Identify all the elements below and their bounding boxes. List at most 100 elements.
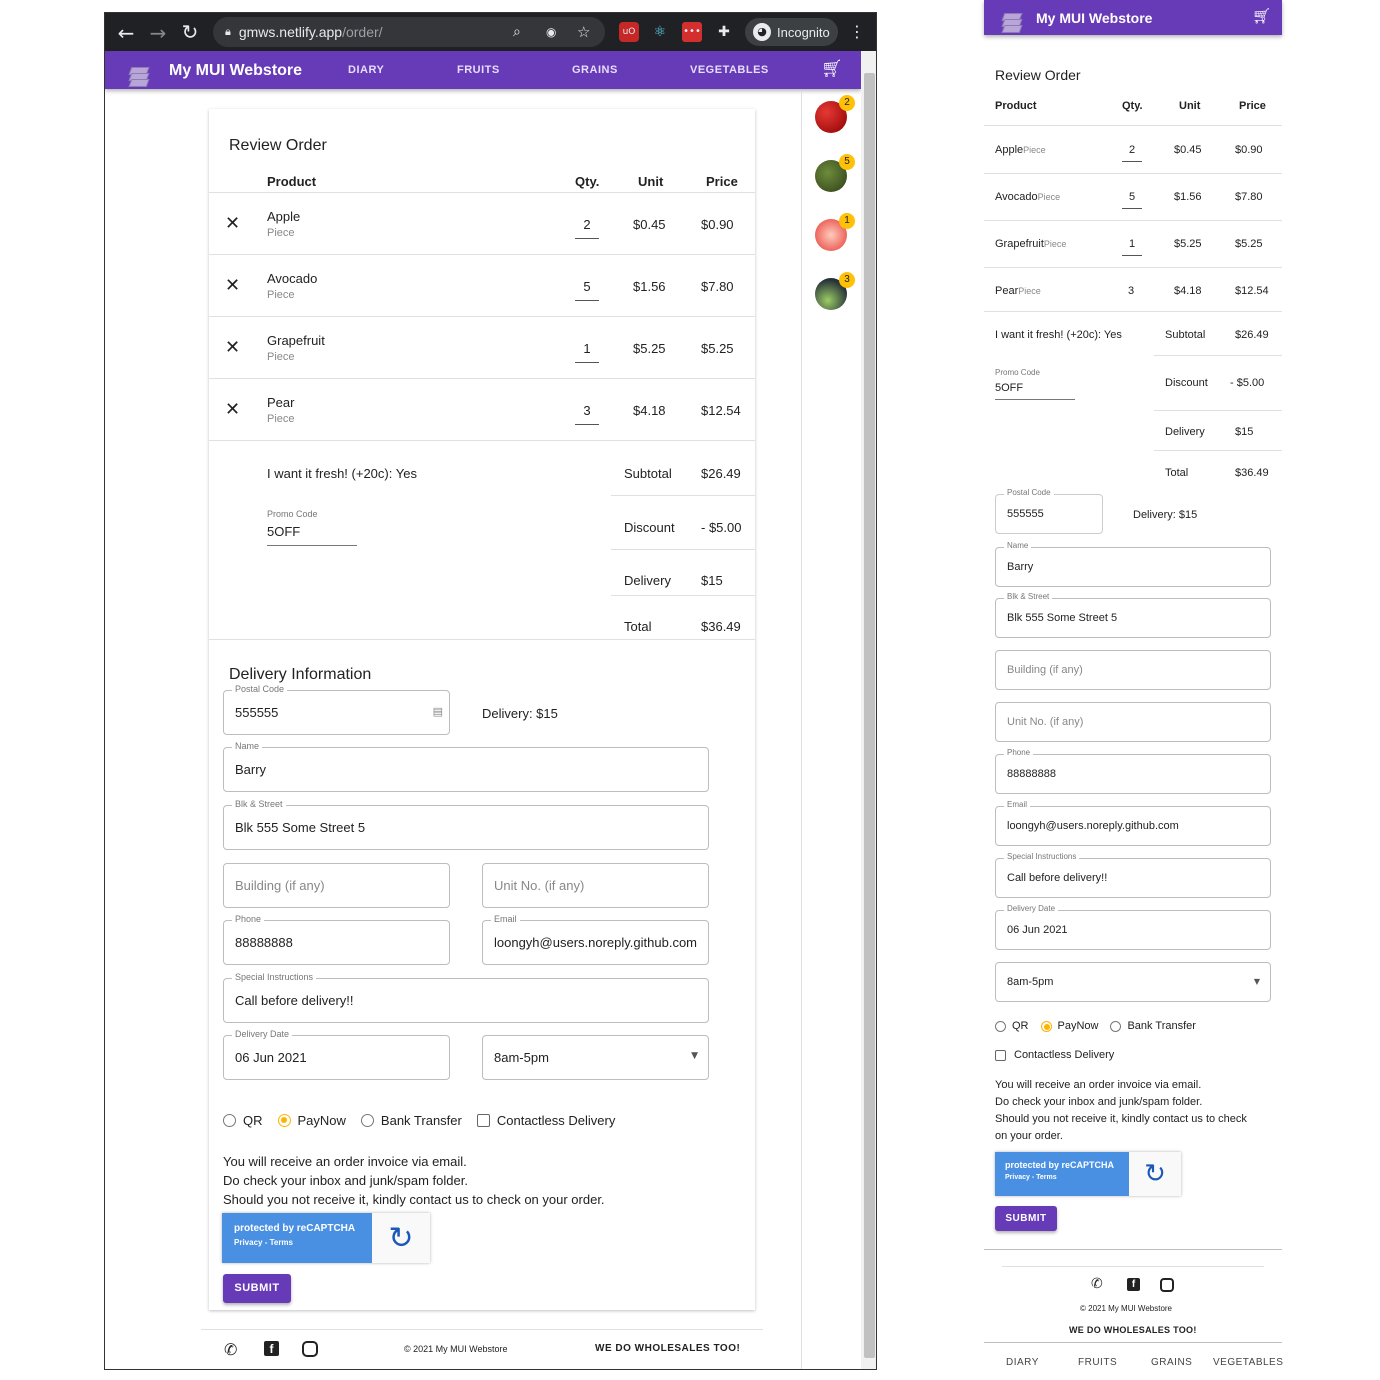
bottom-nav-vegetables[interactable]: VEGETABLES	[1213, 1357, 1283, 1368]
street-field[interactable]: Blk & Street Blk 555 Some Street 5	[223, 799, 709, 850]
store-logo-icon[interactable]	[1000, 11, 1024, 35]
nav-diary[interactable]: DIARY	[348, 64, 384, 76]
time-slot-select[interactable]: 8am-5pm ▼	[482, 1035, 709, 1080]
email-field[interactable]: Email loongyh@users.noreply.github.com	[482, 914, 709, 965]
radio-bank-transfer[interactable]	[360, 1114, 374, 1127]
react-icon[interactable]: ⚛	[650, 22, 670, 42]
address-bar[interactable]: 🔒︎ gmws.netlify.app/order/ ⌕ ◉ ☆	[213, 17, 605, 47]
qty-input[interactable]: 5	[575, 279, 599, 301]
recaptcha-badge[interactable]: protected by reCAPTCHA Privacy - Terms ↻	[995, 1152, 1181, 1196]
recaptcha-badge[interactable]: protected by reCAPTCHA Privacy - Terms ↻	[222, 1213, 430, 1263]
nav-vegetables[interactable]: VEGETABLES	[690, 64, 769, 76]
side-cart-item-grapefruit[interactable]: 1	[815, 213, 855, 251]
eye-off-icon[interactable]: ◉	[546, 25, 556, 39]
remove-item-icon[interactable]: ✕	[225, 213, 240, 234]
side-cart-item-pear[interactable]: 3	[815, 272, 855, 310]
qty-input[interactable]: 5	[1122, 191, 1142, 209]
name-field[interactable]: Name Barry	[995, 541, 1271, 587]
qty-input[interactable]: 1	[1122, 238, 1142, 256]
submit-button[interactable]: SUBMIT	[995, 1206, 1057, 1231]
field-label: Postal Code	[1004, 488, 1054, 497]
instagram-icon[interactable]	[1160, 1278, 1174, 1292]
unit-no-field[interactable]: Unit No. (if any)	[995, 702, 1271, 742]
remove-item-icon[interactable]: ✕	[225, 337, 240, 358]
recaptcha-links[interactable]: Privacy - Terms	[1005, 1174, 1129, 1181]
field-label: Special Instructions	[232, 972, 317, 982]
cart-icon[interactable]: 🛒︎	[821, 59, 843, 79]
special-instructions-field[interactable]: Special Instructions Call before deliver…	[995, 852, 1271, 898]
promo-input[interactable]: 5OFF	[995, 382, 1075, 400]
unit-no-field[interactable]: Unit No. (if any)	[482, 863, 709, 908]
street-field[interactable]: Blk & Street Blk 555 Some Street 5	[995, 592, 1271, 638]
wholesale-link[interactable]: WE DO WHOLESALES TOO!	[1069, 1325, 1197, 1335]
contactless-checkbox[interactable]	[476, 1114, 490, 1127]
name-field[interactable]: Name Barry	[223, 741, 709, 792]
instagram-icon[interactable]	[302, 1341, 318, 1357]
brand-title[interactable]: My MUI Webstore	[1036, 10, 1152, 26]
back-icon[interactable]: ←	[111, 21, 141, 45]
radio-qr[interactable]	[223, 1114, 236, 1127]
building-field[interactable]: Building (if any)	[223, 863, 450, 908]
recaptcha-links[interactable]: Privacy - Terms	[234, 1238, 372, 1247]
ublock-icon[interactable]: uO	[619, 22, 639, 42]
email-field[interactable]: Email loongyh@users.noreply.github.com	[995, 800, 1271, 846]
radio-label: QR	[1012, 1020, 1029, 1032]
radio-label: Bank Transfer	[380, 1113, 462, 1128]
facebook-icon[interactable]: f	[1127, 1278, 1140, 1291]
dropdown-arrow-icon[interactable]: ▼	[691, 1051, 698, 1061]
time-slot-select[interactable]: 8am-5pm ▼	[995, 962, 1271, 1002]
bottom-nav-grains[interactable]: GRAINS	[1151, 1357, 1192, 1368]
radio-qr[interactable]	[995, 1020, 1006, 1032]
phone-field[interactable]: Phone 88888888	[223, 914, 450, 965]
extensions-icon[interactable]: ✚	[714, 22, 734, 42]
radio-bank-transfer[interactable]	[1110, 1020, 1122, 1032]
delivery-date-field[interactable]: Delivery Date 06 Jun 2021	[995, 904, 1271, 950]
side-cart-item-apple[interactable]: 2	[815, 95, 855, 133]
delivery-date-field[interactable]: Delivery Date 06 Jun 2021	[223, 1029, 450, 1080]
building-field[interactable]: Building (if any)	[995, 650, 1271, 690]
radio-paynow[interactable]	[277, 1114, 291, 1127]
qty-value[interactable]: 3	[1128, 285, 1134, 297]
nav-fruits[interactable]: FRUITS	[457, 64, 500, 76]
whatsapp-icon[interactable]: ✆	[224, 1340, 237, 1359]
field-value: Blk 555 Some Street 5	[1007, 612, 1118, 624]
postal-code-field[interactable]: Postal Code 555555	[995, 488, 1103, 534]
star-icon[interactable]: ☆	[577, 23, 590, 41]
browser-toolbar: ← → ↻ 🔒︎ gmws.netlify.app/order/ ⌕ ◉ ☆ u…	[105, 13, 876, 51]
qty-input[interactable]: 3	[575, 403, 599, 425]
reload-icon[interactable]: ↻	[175, 20, 205, 44]
field-value: 555555	[1007, 508, 1044, 520]
wholesale-link[interactable]: WE DO WHOLESALES TOO!	[595, 1343, 740, 1354]
scrollbar-thumb[interactable]	[864, 73, 875, 1358]
cart-icon[interactable]: 🛒︎	[1252, 7, 1271, 25]
phone-field[interactable]: Phone 88888888	[995, 748, 1271, 794]
contactless-checkbox[interactable]	[995, 1049, 1006, 1061]
facebook-icon[interactable]: f	[264, 1341, 279, 1356]
promo-input[interactable]: 5OFF	[267, 524, 357, 546]
url-host: gmws.netlify.app	[238, 24, 343, 40]
qty-input[interactable]: 2	[1122, 144, 1142, 162]
brand-title[interactable]: My MUI Webstore	[169, 62, 302, 80]
calculator-icon[interactable]: ▤	[433, 705, 443, 718]
lastpass-icon[interactable]: •••	[682, 22, 702, 42]
special-instructions-field[interactable]: Special Instructions Call before deliver…	[223, 972, 709, 1023]
qty-input[interactable]: 1	[575, 341, 599, 363]
whatsapp-icon[interactable]: ✆	[1091, 1276, 1103, 1292]
incognito-badge[interactable]: ◕ Incognito	[745, 18, 838, 46]
menu-kebab-icon[interactable]: ⋮	[847, 22, 867, 42]
side-cart-item-avocado[interactable]: 5	[815, 154, 855, 192]
remove-item-icon[interactable]: ✕	[225, 275, 240, 296]
zoom-icon[interactable]: ⌕	[513, 24, 521, 40]
bottom-nav-diary[interactable]: DIARY	[1006, 1357, 1039, 1368]
remove-item-icon[interactable]: ✕	[225, 399, 240, 420]
nav-grains[interactable]: GRAINS	[572, 64, 618, 76]
bottom-nav-fruits[interactable]: FRUITS	[1078, 1357, 1117, 1368]
qty-input[interactable]: 2	[575, 217, 599, 239]
radio-paynow[interactable]	[1040, 1020, 1052, 1032]
postal-code-field[interactable]: Postal Code 555555 ▤	[223, 684, 450, 735]
dropdown-arrow-icon[interactable]: ▼	[1254, 977, 1260, 986]
forward-icon[interactable]: →	[143, 21, 173, 45]
store-logo-icon[interactable]	[127, 65, 151, 89]
submit-button[interactable]: SUBMIT	[223, 1274, 291, 1303]
delivery-fee-note: Delivery: $15	[482, 706, 558, 721]
